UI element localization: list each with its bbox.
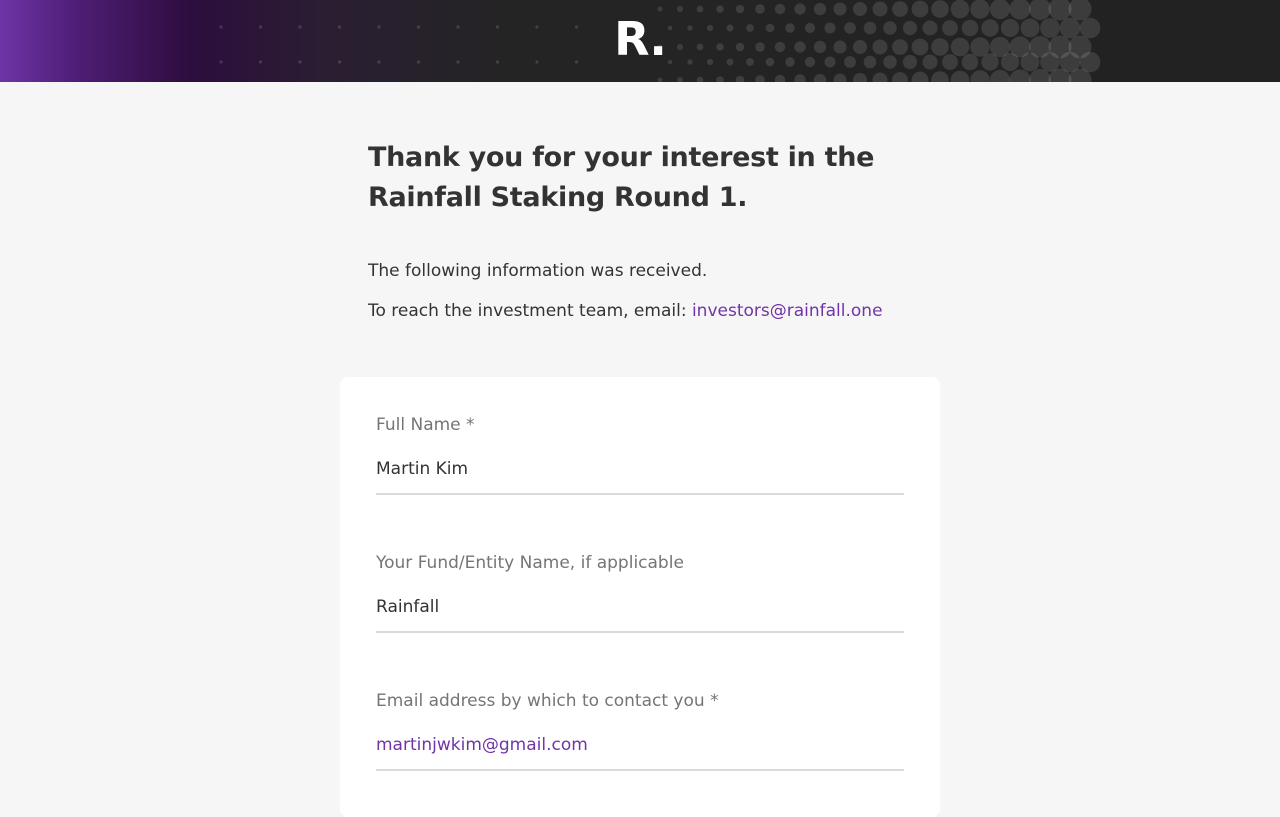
full-name-label: Full Name *	[376, 415, 475, 435]
contact-prefix: To reach the investment team, email:	[368, 301, 692, 321]
fund-name-field: Your Fund/Entity Name, if applicable Rai…	[376, 551, 904, 633]
contact-message: To reach the investment team, email: inv…	[368, 298, 928, 324]
fund-name-label: Your Fund/Entity Name, if applicable	[376, 553, 684, 573]
full-name-field: Full Name * Martin Kim	[376, 413, 904, 495]
full-name-value: Martin Kim	[376, 457, 904, 495]
email-field: Email address by which to contact you * …	[376, 689, 904, 771]
page-title-line-1: Thank you for your interest in the	[368, 142, 875, 173]
received-message: The following information was received.	[368, 261, 708, 281]
email-value[interactable]: martinjwkim@gmail.com	[376, 733, 904, 771]
confirmation-intro: Thank you for your interest in the Rainf…	[368, 138, 928, 324]
rainfall-logo[interactable]: R.	[0, 6, 1280, 72]
page-title-line-2: Rainfall Staking Round 1.	[368, 182, 748, 213]
page-title: Thank you for your interest in the Rainf…	[368, 138, 928, 218]
investors-email-link[interactable]: investors@rainfall.one	[692, 301, 883, 321]
submission-card: Full Name * Martin Kim Your Fund/Entity …	[340, 377, 940, 817]
email-label: Email address by which to contact you *	[376, 691, 719, 711]
fund-name-value: Rainfall	[376, 595, 904, 633]
header-banner: R.	[0, 0, 1280, 82]
